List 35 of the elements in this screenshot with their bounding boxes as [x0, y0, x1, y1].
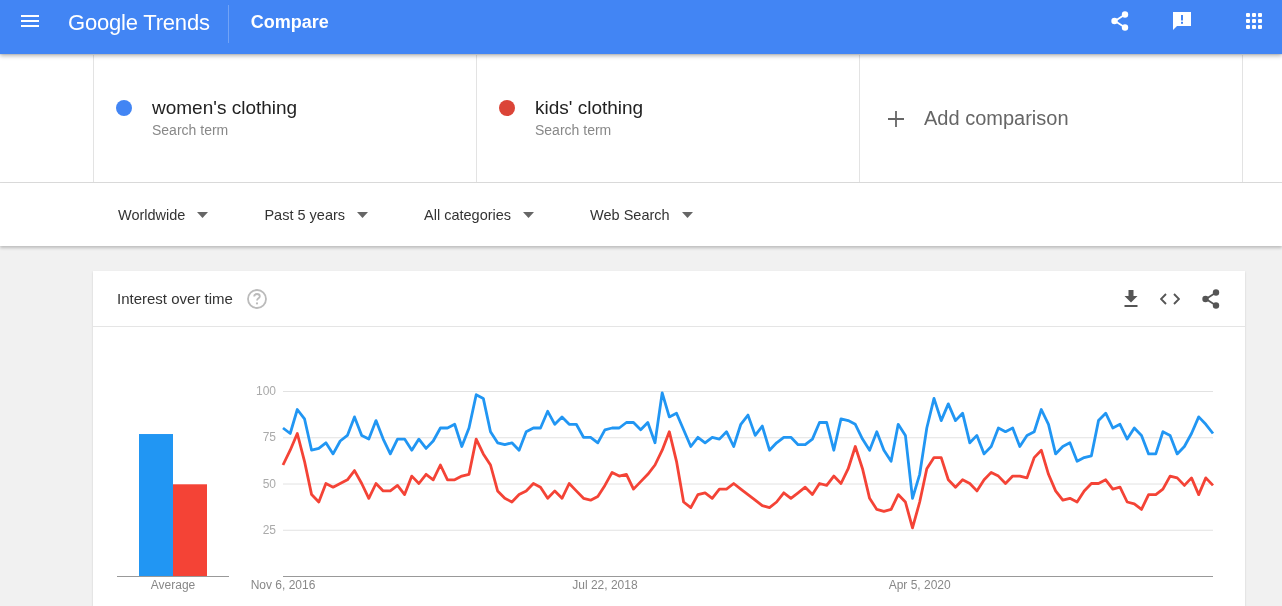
menu-icon — [21, 15, 39, 27]
filter-dropdown[interactable]: All categories — [424, 206, 535, 223]
y-tick-label: 75 — [262, 430, 276, 445]
help-icon[interactable] — [246, 288, 267, 309]
page-title: Compare — [250, 11, 329, 33]
x-tick-label: Nov 6, 2016 — [250, 578, 316, 592]
y-tick-label: 50 — [262, 476, 276, 491]
feedback-icon — [1172, 11, 1192, 31]
search-term-card[interactable]: kids' clothing Search term — [477, 55, 860, 182]
search-term-card[interactable]: women's clothing Search term — [94, 55, 477, 182]
product-logo[interactable]: Google Trends — [68, 10, 210, 36]
x-tick-label: Apr 5, 2020 — [888, 578, 951, 592]
y-tick-label: 100 — [255, 384, 276, 398]
apps-icon — [1246, 13, 1262, 29]
card-title: Interest over time — [117, 290, 233, 307]
filter-dropdown[interactable]: Past 5 years — [264, 206, 369, 223]
search-term-caption: Search term — [535, 121, 613, 139]
search-term-text: women's clothing — [152, 97, 298, 119]
share-icon — [1202, 288, 1220, 309]
y-tick-label: 25 — [262, 522, 276, 537]
filter-dropdown[interactable]: Worldwide — [118, 206, 209, 223]
add-comparison-button[interactable]: Add comparison — [860, 55, 1243, 182]
plus-icon — [888, 110, 904, 127]
x-tick-label: Jul 22, 2018 — [572, 578, 638, 592]
search-term-text: kids' clothing — [535, 97, 644, 119]
download-icon — [1124, 290, 1138, 307]
caret-icon — [523, 211, 535, 218]
caret-icon — [197, 211, 209, 218]
caret-icon — [357, 211, 369, 218]
average-label: Average — [150, 578, 196, 592]
caret-icon — [681, 211, 693, 218]
search-term-caption: Search term — [152, 121, 230, 139]
filter-dropdown[interactable]: Web Search — [590, 206, 693, 223]
code-icon — [1160, 292, 1180, 305]
share-icon — [1111, 11, 1129, 31]
